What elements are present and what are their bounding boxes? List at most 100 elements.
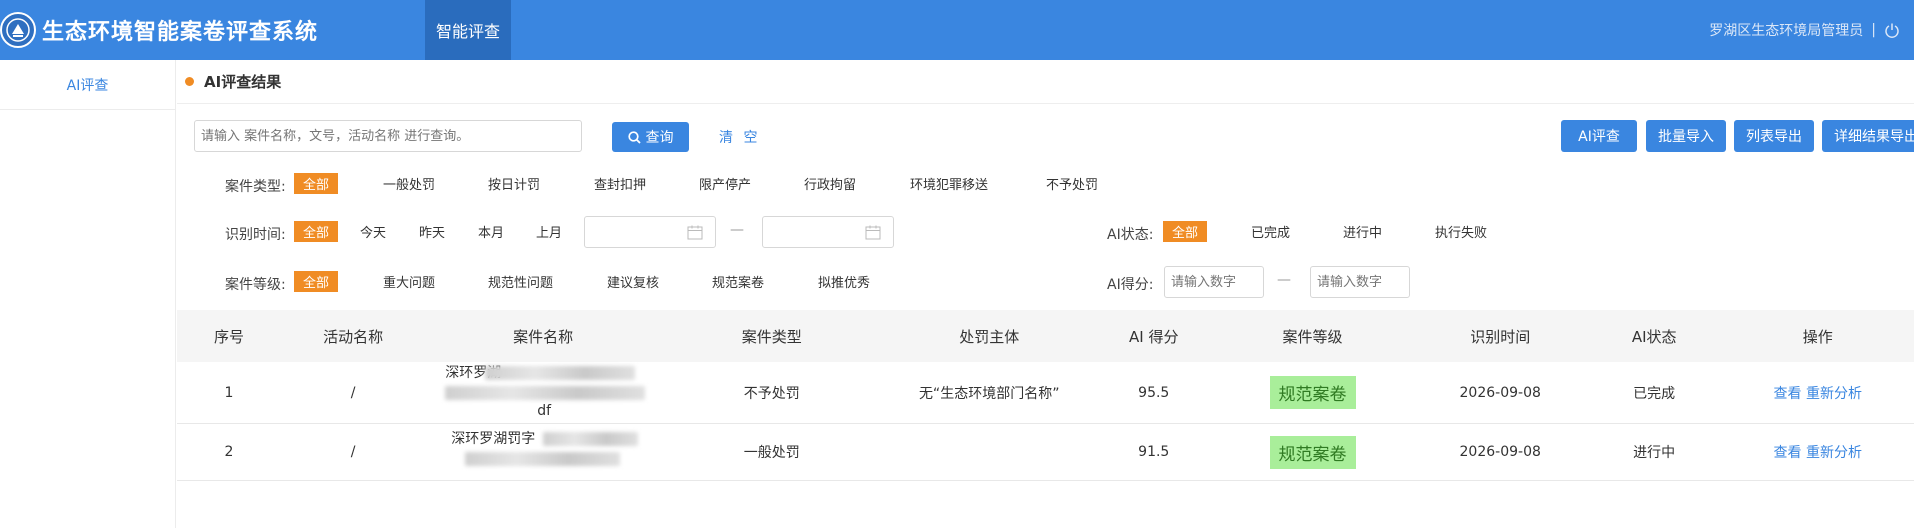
- reanalyze-link[interactable]: 重新分析: [1806, 386, 1862, 402]
- detail-export-button[interactable]: 详细结果导出: [1822, 120, 1914, 152]
- column-header: 案件名称: [513, 327, 574, 346]
- case-name-line: 深环罗湖罚字: [451, 431, 536, 447]
- column-header: 活动名称: [323, 327, 384, 346]
- row-status: 进行中: [1633, 445, 1676, 461]
- row-actions: 查看 重新分析: [1722, 442, 1914, 462]
- batch-import-button[interactable]: 批量导入: [1646, 120, 1726, 152]
- row-level: 规范案卷: [1212, 376, 1414, 409]
- level-badge: 规范案卷: [1269, 376, 1356, 409]
- table-header: 序号 活动名称 案件名称 案件类型 处罚主体 AI 得分 案件等级 识别时间 A…: [177, 310, 1914, 362]
- sidebar-item-ai-review[interactable]: AI评查: [0, 60, 175, 110]
- case-type-option-all[interactable]: 全部: [294, 173, 339, 194]
- case-type-option[interactable]: 一般处罚: [374, 173, 444, 194]
- top-bar: 生态环境智能案卷评查系统 智能评查 罗湖区生态环境局管理员 |: [0, 0, 1914, 60]
- case-type-label: 案件类型:: [225, 179, 286, 195]
- filter-case-type: 案件类型: 全部 一般处罚 按日计罚 查封扣押 限产停产 行政拘留 环境犯罪移送…: [177, 168, 1914, 202]
- nav-tab-smart-review[interactable]: 智能评查: [425, 0, 511, 60]
- list-export-button[interactable]: 列表导出: [1734, 120, 1814, 152]
- end-date-input[interactable]: [762, 216, 894, 248]
- user-separator: |: [1871, 22, 1876, 38]
- results-table: 序号 活动名称 案件名称 案件类型 处罚主体 AI 得分 案件等级 识别时间 A…: [177, 310, 1914, 481]
- power-icon[interactable]: [1884, 22, 1900, 38]
- row-subject: 无“生态环境部门名称”: [918, 385, 1060, 402]
- ai-status-option[interactable]: 执行失败: [1426, 221, 1496, 242]
- ai-status-option[interactable]: 进行中: [1334, 221, 1391, 242]
- table-row: 1 / 深环罗湖 df 不予处罚 无“生态环境部门名称” 95.5 规范案卷 2…: [177, 362, 1914, 424]
- case-level-label: 案件等级:: [225, 277, 286, 293]
- user-area: 罗湖区生态环境局管理员 |: [1709, 20, 1900, 40]
- calendar-icon: [865, 225, 881, 240]
- row-case-type: 不予处罚: [743, 385, 800, 402]
- column-header: 识别时间: [1470, 327, 1531, 346]
- table-row: 2 / 深环罗湖罚字 一般处罚 91.5 规范案卷 2026-09-08 进行中…: [177, 424, 1914, 481]
- case-level-option-all[interactable]: 全部: [294, 271, 339, 292]
- view-link[interactable]: 查看: [1774, 445, 1802, 461]
- time-option-all[interactable]: 全部: [294, 221, 339, 242]
- start-date-input[interactable]: [584, 216, 716, 248]
- column-header: 操作: [1802, 327, 1833, 346]
- filter-time: 识别时间: 全部 今天 昨天 本月 上月 — AI状态: 全部 已完成 进行中 …: [177, 216, 1914, 250]
- time-option[interactable]: 上月: [527, 221, 571, 242]
- column-header: 案件类型: [741, 327, 802, 346]
- case-name-line: df: [537, 403, 552, 419]
- column-header: 案件等级: [1282, 327, 1343, 346]
- main-content: AI评查结果 查询 清 空 AI评查 批量导入 列表导出 详细结果导出 案件类型…: [177, 60, 1914, 528]
- row-score: 91.5: [1138, 444, 1170, 460]
- row-score: 95.5: [1138, 384, 1170, 401]
- case-level-option[interactable]: 规范案卷: [703, 271, 773, 292]
- time-option[interactable]: 昨天: [410, 221, 454, 242]
- case-level-option[interactable]: 拟推优秀: [809, 271, 879, 292]
- row-actions: 查看 重新分析: [1722, 383, 1914, 403]
- ai-status-option[interactable]: 已完成: [1242, 221, 1299, 242]
- case-type-option[interactable]: 不予处罚: [1037, 173, 1107, 194]
- row-index: 2: [224, 444, 234, 460]
- search-input[interactable]: [194, 120, 582, 152]
- ai-status-option-all[interactable]: 全部: [1163, 221, 1208, 242]
- section-header: AI评查结果: [177, 60, 1914, 104]
- column-header: AI状态: [1631, 327, 1677, 346]
- row-case-name: 深环罗湖 df: [425, 362, 661, 423]
- column-header: AI 得分: [1129, 327, 1179, 346]
- view-link[interactable]: 查看: [1774, 386, 1802, 402]
- case-level-option[interactable]: 建议复核: [598, 271, 668, 292]
- time-label: 识别时间:: [225, 227, 286, 243]
- redacted-text: [445, 386, 646, 400]
- redacted-text: [485, 366, 636, 380]
- case-level-option[interactable]: 重大问题: [374, 271, 444, 292]
- case-level-option[interactable]: 规范性问题: [479, 271, 562, 292]
- redacted-text: [543, 432, 639, 446]
- ai-score-label: AI得分:: [1107, 277, 1154, 293]
- user-name[interactable]: 罗湖区生态环境局管理员: [1709, 20, 1863, 40]
- emblem-icon: [0, 12, 36, 48]
- clear-button[interactable]: 清 空: [719, 127, 760, 147]
- redacted-text: [465, 452, 621, 466]
- ai-review-button[interactable]: AI评查: [1561, 120, 1637, 152]
- row-case-type: 一般处罚: [743, 445, 800, 461]
- case-type-option[interactable]: 查封扣押: [585, 173, 655, 194]
- section-dot-icon: [185, 77, 194, 86]
- section-title: AI评查结果: [204, 73, 282, 91]
- case-type-option[interactable]: 环境犯罪移送: [901, 173, 997, 194]
- case-type-option[interactable]: 行政拘留: [795, 173, 865, 194]
- time-option[interactable]: 本月: [469, 221, 513, 242]
- search-button-label: 查询: [645, 130, 674, 146]
- row-case-name: 深环罗湖罚字: [425, 424, 661, 480]
- ai-score-min-input[interactable]: [1164, 266, 1264, 298]
- row-activity: /: [350, 444, 356, 460]
- case-type-option[interactable]: 按日计罚: [479, 173, 549, 194]
- time-option[interactable]: 今天: [351, 221, 395, 242]
- case-type-option[interactable]: 限产停产: [690, 173, 760, 194]
- date-range-separator: —: [730, 222, 744, 238]
- column-header: 处罚主体: [959, 327, 1020, 346]
- column-header: 序号: [213, 327, 244, 346]
- sidebar: AI评查: [0, 60, 176, 528]
- ai-score-max-input[interactable]: [1310, 266, 1410, 298]
- row-time: 2026-09-08: [1459, 384, 1541, 401]
- app-title: 生态环境智能案卷评查系统: [42, 20, 319, 45]
- reanalyze-link[interactable]: 重新分析: [1806, 445, 1862, 461]
- row-status: 已完成: [1633, 385, 1676, 402]
- search-button[interactable]: 查询: [612, 122, 689, 152]
- row-activity: /: [350, 384, 356, 401]
- search-row: 查询 清 空 AI评查 批量导入 列表导出 详细结果导出: [194, 120, 1914, 154]
- row-index: 1: [224, 384, 234, 401]
